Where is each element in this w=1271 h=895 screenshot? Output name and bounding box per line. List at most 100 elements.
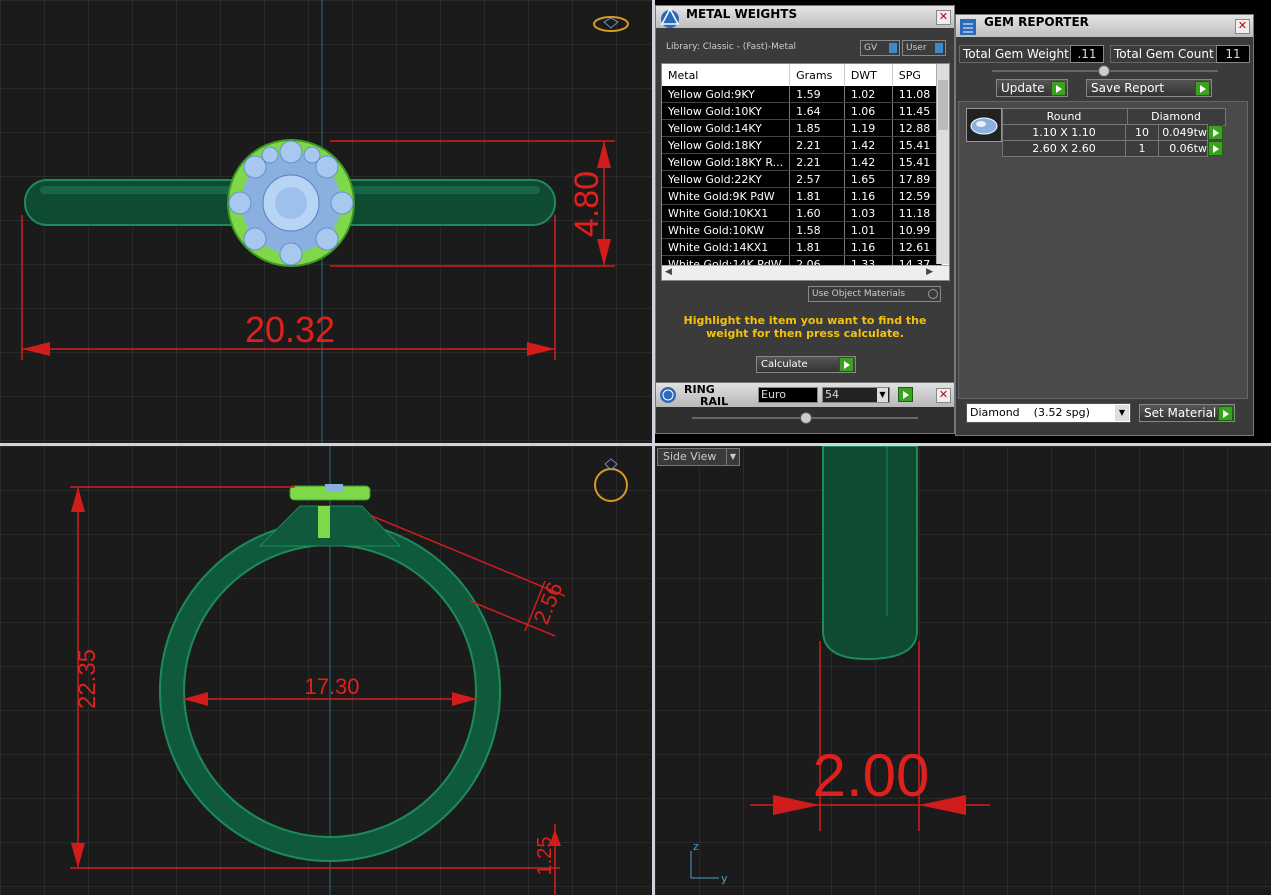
ring-rail-panel: RING RAIL Euro 54 ▼ ✕ [655, 382, 955, 434]
metal-cell: Yellow Gold:10KY [662, 102, 791, 120]
side-viewport[interactable]: 2.00 z y Side View ▼ [655, 446, 1271, 895]
gem-reporter-panel: GEM REPORTER ✕ Total Gem Weight .11 Tota… [955, 14, 1254, 436]
front-viewport[interactable]: 22.35 17.30 2.56 1.25 [0, 446, 652, 895]
metal-column-header[interactable]: Grams [789, 64, 845, 86]
view-selector[interactable]: Side View ▼ [657, 448, 740, 466]
metal-row[interactable]: Yellow Gold:18KY R... 2.21 1.42 15.41 [662, 153, 943, 171]
metal-row[interactable]: Yellow Gold:9KY 1.59 1.02 11.08 [662, 86, 943, 103]
total-gem-weight-label: Total Gem Weight [959, 45, 1072, 63]
update-button[interactable]: Update [996, 79, 1068, 97]
gem-material-select[interactable]: Diamond (3.52 spg) ▼ [966, 403, 1131, 423]
metal-cell: 1.81 [789, 187, 845, 205]
save-report-button[interactable]: Save Report [1086, 79, 1212, 97]
metal-column-header[interactable]: SPG [892, 64, 943, 86]
close-icon[interactable]: ✕ [1235, 19, 1250, 34]
axis-triad: z y [690, 840, 728, 885]
use-object-materials-toggle[interactable]: Use Object Materials [808, 286, 941, 302]
gv-toggle[interactable]: GV [860, 40, 900, 56]
horizontal-scrollbar[interactable]: ◀ ▶ [662, 265, 949, 280]
metal-cell: Yellow Gold:9KY [662, 86, 791, 103]
user-toggle[interactable]: User [902, 40, 946, 56]
metal-cell: White Gold:9K PdW [662, 187, 791, 205]
metal-cell: 15.41 [892, 153, 943, 171]
gem-reporter-titlebar[interactable]: GEM REPORTER ✕ [956, 15, 1253, 37]
ring-orientation-icon[interactable] [593, 16, 629, 32]
metal-cell: 2.21 [789, 136, 845, 154]
viewport-divider-horizontal [0, 443, 1271, 446]
top-width-dimension: 20.32 [245, 309, 335, 350]
gem-row-select-button[interactable] [1208, 141, 1223, 156]
metal-cell: 10.99 [892, 221, 943, 239]
gem-reporter-title: GEM REPORTER [984, 15, 1089, 29]
top-viewport[interactable]: 20.32 4.80 [0, 0, 652, 443]
svg-text:y: y [721, 872, 728, 885]
ring-rail-title-2: RAIL [700, 395, 729, 408]
metal-cell: White Gold:10KX1 [662, 204, 791, 222]
side-view-drawing: 2.00 z y [690, 446, 990, 885]
front-view-drawing: 22.35 17.30 2.56 1.25 [70, 446, 628, 895]
metal-table[interactable]: Metal Grams DWT SPG Yellow Gold:9KY 1.59 1.02… [661, 63, 950, 281]
metal-cell: 1.02 [844, 86, 893, 103]
metal-cell: 1.64 [789, 102, 845, 120]
total-gem-count-label: Total Gem Count [1110, 45, 1217, 63]
metal-cell: 11.08 [892, 86, 943, 103]
gem-cell: 0.049tw [1158, 124, 1208, 141]
metal-weights-titlebar[interactable]: METAL WEIGHTS ✕ [656, 6, 954, 28]
metal-cell: Yellow Gold:22KY [662, 170, 791, 188]
gem-row-select-button[interactable] [1208, 125, 1223, 140]
metal-row[interactable]: White Gold:14KX1 1.81 1.16 12.61 [662, 238, 943, 256]
gem-list-area[interactable]: Round Diamond 1.10 X 1.10 10 0.049tw 2.60 X… [958, 101, 1248, 399]
metal-row[interactable]: White Gold:9K PdW 1.81 1.16 12.59 [662, 187, 943, 205]
inner-diameter-dimension: 17.30 [304, 674, 359, 699]
metal-cell: 1.81 [789, 238, 845, 256]
metal-cell: 2.57 [789, 170, 845, 188]
calculate-button[interactable]: Calculate [756, 356, 856, 373]
gem-row[interactable]: 1.10 X 1.10 10 0.049tw [1002, 124, 1242, 141]
metal-column-header[interactable]: DWT [844, 64, 893, 86]
metal-row[interactable]: White Gold:10KW 1.58 1.01 10.99 [662, 221, 943, 239]
metal-cell: 12.61 [892, 238, 943, 256]
metal-weights-panel: METAL WEIGHTS ✕ Library: Classic - (Fast… [655, 5, 955, 383]
front-height-dimension: 22.35 [74, 649, 101, 709]
metal-cell: Yellow Gold:18KY [662, 136, 791, 154]
metal-cell: 1.01 [844, 221, 893, 239]
gem-material-header: Diamond [1127, 109, 1224, 125]
metal-cell: 17.89 [892, 170, 943, 188]
ring-size-select[interactable]: 54 ▼ [822, 387, 890, 403]
top-view-drawing: 20.32 4.80 [21, 0, 629, 443]
chevron-down-icon: ▼ [1115, 405, 1129, 421]
metal-row[interactable]: Yellow Gold:18KY 2.21 1.42 15.41 [662, 136, 943, 154]
metal-weights-icon [658, 6, 682, 28]
metal-cell: White Gold:14KX1 [662, 238, 791, 256]
gem-reporter-slider[interactable] [992, 65, 1218, 77]
metal-cell: 1.85 [789, 119, 845, 137]
ring-rail-slider[interactable] [692, 412, 918, 424]
gem-reporter-icon [958, 17, 978, 37]
shoulder-dimension: 2.56 [528, 579, 567, 628]
set-material-button[interactable]: Set Material [1139, 404, 1235, 422]
close-icon[interactable]: ✕ [936, 388, 951, 403]
metal-row[interactable]: Yellow Gold:10KY 1.64 1.06 11.45 [662, 102, 943, 120]
metal-row[interactable]: White Gold:10KX1 1.60 1.03 11.18 [662, 204, 943, 222]
hint-text: Highlight the item you want to find the … [683, 314, 927, 340]
chevron-down-icon: ▼ [726, 449, 739, 465]
metal-row[interactable]: Yellow Gold:14KY 1.85 1.19 12.88 [662, 119, 943, 137]
metal-cell: 1.42 [844, 153, 893, 171]
metal-cell: 1.16 [844, 238, 893, 256]
library-label: Library: Classic - (Fast)-Metal [666, 42, 797, 52]
ring-size-system-field[interactable]: Euro [758, 387, 818, 403]
metal-cell: 12.88 [892, 119, 943, 137]
metal-column-header[interactable]: Metal [662, 64, 791, 86]
gem-shape-header: Round [1046, 110, 1082, 123]
metal-table-header: Metal Grams DWT SPG [662, 64, 943, 86]
close-icon[interactable]: ✕ [936, 10, 951, 25]
round-diamond-icon [970, 117, 998, 135]
vertical-scrollbar[interactable] [936, 64, 949, 264]
gem-cell: 10 [1125, 124, 1159, 141]
apply-ring-size-button[interactable] [898, 387, 913, 402]
gem-row[interactable]: 2.60 X 2.60 1 0.06tw [1002, 140, 1242, 157]
metal-row[interactable]: Yellow Gold:22KY 2.57 1.65 17.89 [662, 170, 943, 188]
ring-orientation-icon[interactable] [594, 458, 628, 502]
round-gem-thumbnail[interactable] [966, 108, 1002, 142]
metal-cell: 1.42 [844, 136, 893, 154]
